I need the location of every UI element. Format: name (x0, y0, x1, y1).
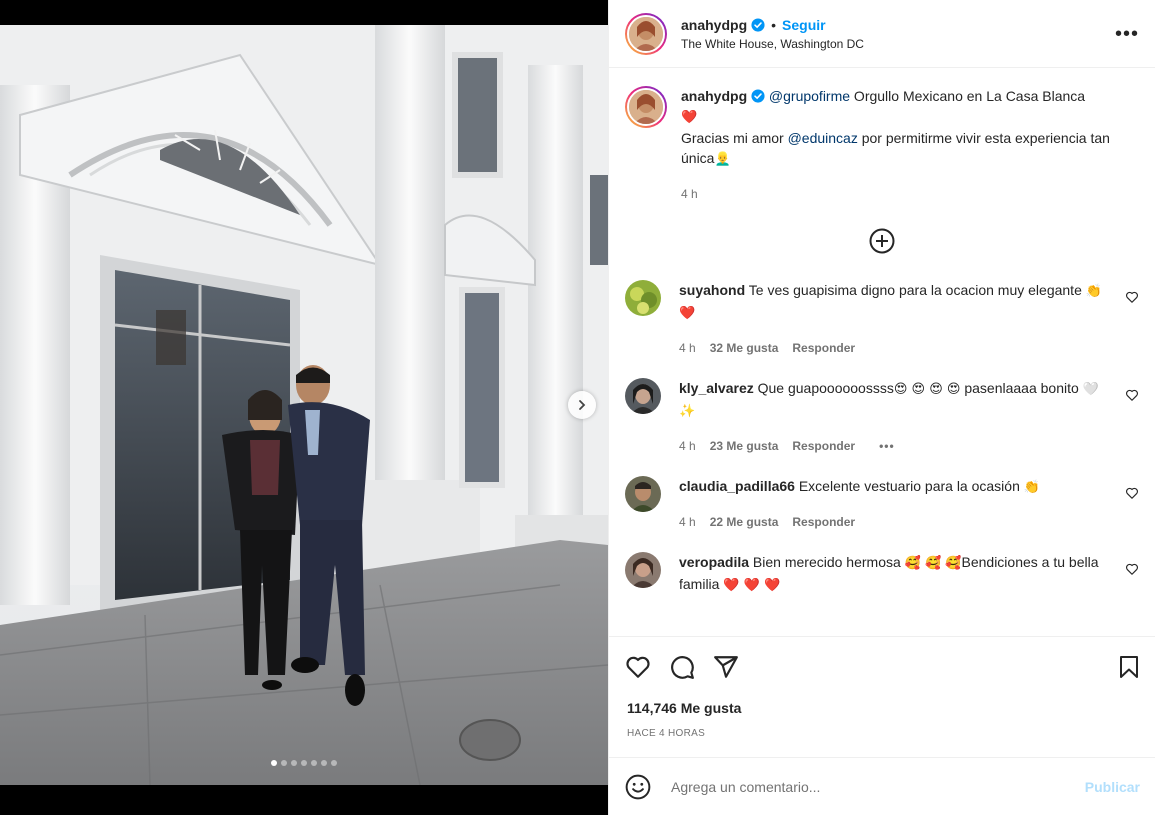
commenter-avatar[interactable] (625, 378, 661, 414)
reply-button[interactable]: Responder (792, 512, 855, 532)
comment-text: Te ves guapisima digno para la ocacion m… (748, 282, 1086, 298)
comment-icon[interactable] (669, 654, 695, 680)
comment-input[interactable] (671, 778, 1051, 795)
like-comment-icon[interactable] (1125, 290, 1139, 304)
carousel-dot (301, 760, 307, 766)
person-emoji: 👱‍♂️ (714, 152, 731, 167)
comment-emoji: ❤️ ❤️ ❤️ (723, 578, 781, 593)
add-comment-bar: Publicar (609, 757, 1155, 815)
post-header: anahydpg • Seguir The White House, Washi… (609, 0, 1155, 68)
comment-item: claudia_padilla66 Excelente vestuario pa… (625, 476, 1139, 532)
caption-avatar[interactable] (625, 86, 667, 128)
comment-text: Bien merecido hermosa (752, 554, 905, 570)
comment-likes[interactable]: 32 Me gusta (710, 338, 779, 358)
comment-time[interactable]: 4 h (679, 512, 696, 532)
carousel-indicator (0, 760, 608, 766)
comment-time[interactable]: 4 h (679, 338, 696, 358)
like-comment-icon[interactable] (1125, 486, 1139, 500)
carousel-dot (291, 760, 297, 766)
post-timestamp[interactable]: HACE 4 HORAS (609, 728, 1155, 739)
publish-button[interactable]: Publicar (1085, 779, 1140, 795)
caption-username[interactable]: anahydpg (681, 88, 747, 104)
post-caption: anahydpg @grupofirme Orgullo Mexicano en… (625, 68, 1139, 204)
caption-time[interactable]: 4 h (681, 184, 1121, 204)
load-more-comments-icon[interactable] (869, 228, 895, 254)
emoji-picker-icon[interactable] (625, 774, 651, 800)
save-icon[interactable] (1117, 654, 1141, 680)
commenter-avatar[interactable] (625, 552, 661, 588)
post-media (0, 0, 608, 815)
carousel-dot (331, 760, 337, 766)
commenter-username[interactable]: claudia_padilla66 (679, 478, 795, 494)
post-sidebar: anahydpg • Seguir The White House, Washi… (608, 0, 1155, 815)
heart-emoji: ❤️ (681, 110, 698, 125)
comment-time[interactable]: 4 h (679, 436, 696, 456)
comment-item: kly_alvarez Que guapoooooossss😍 😍 😍 😍 pa… (625, 378, 1139, 456)
chevron-right-icon (579, 400, 586, 410)
comment-likes[interactable]: 23 Me gusta (710, 436, 779, 456)
commenter-avatar[interactable] (625, 280, 661, 316)
comment-emoji: 🥰 🥰 🥰 (904, 556, 962, 571)
verified-badge-icon (751, 17, 765, 32)
carousel-dot (281, 760, 287, 766)
commenter-avatar[interactable] (625, 476, 661, 512)
likes-count[interactable]: 114,746 Me gusta (609, 700, 1155, 716)
separator-dot: • (771, 16, 777, 33)
like-comment-icon[interactable] (1125, 388, 1139, 402)
commenter-username[interactable]: veropadila (679, 554, 749, 570)
post-actions (609, 636, 1155, 696)
more-options-icon[interactable]: ••• (1115, 24, 1139, 44)
comment-options-icon[interactable]: ••• (879, 436, 895, 456)
comment-emoji: 👏 (1023, 480, 1040, 495)
mention-link[interactable]: @grupofirme (769, 88, 850, 104)
comment-text: Excelente vestuario para la ocasión (798, 478, 1024, 494)
comment-likes[interactable]: 22 Me gusta (710, 512, 779, 532)
follow-button[interactable]: Seguir (782, 17, 826, 33)
mention-link[interactable]: @eduincaz (788, 130, 858, 146)
comment-item: suyahond Te ves guapisima digno para la … (625, 280, 1139, 358)
commenter-username[interactable]: suyahond (679, 282, 745, 298)
author-avatar[interactable] (625, 12, 667, 55)
carousel-dot (271, 760, 277, 766)
comment-text: pasenlaaaa bonito (960, 380, 1083, 396)
post-photo[interactable] (0, 25, 608, 785)
reply-button[interactable]: Responder (792, 436, 855, 456)
post-location[interactable]: The White House, Washington DC (681, 37, 864, 51)
caption-text: Gracias mi amor (681, 130, 788, 146)
comment-text: Que guapoooooossss (757, 380, 894, 396)
comment-item: veropadila Bien merecido hermosa 🥰 🥰 🥰Be… (625, 552, 1139, 596)
like-icon[interactable] (625, 654, 651, 680)
like-comment-icon[interactable] (1125, 562, 1139, 576)
share-icon[interactable] (713, 654, 739, 680)
commenter-username[interactable]: kly_alvarez (679, 380, 754, 396)
caption-text: Orgullo Mexicano en La Casa Blanca (850, 88, 1086, 104)
carousel-dot (311, 760, 317, 766)
comment-emoji: 😍 😍 😍 😍 (893, 382, 961, 397)
reply-button[interactable]: Responder (792, 338, 855, 358)
next-image-button[interactable] (568, 391, 596, 419)
author-username[interactable]: anahydpg (681, 17, 747, 33)
carousel-dot (321, 760, 327, 766)
comments-list[interactable]: anahydpg @grupofirme Orgullo Mexicano en… (609, 68, 1155, 636)
verified-badge-icon (751, 89, 765, 103)
